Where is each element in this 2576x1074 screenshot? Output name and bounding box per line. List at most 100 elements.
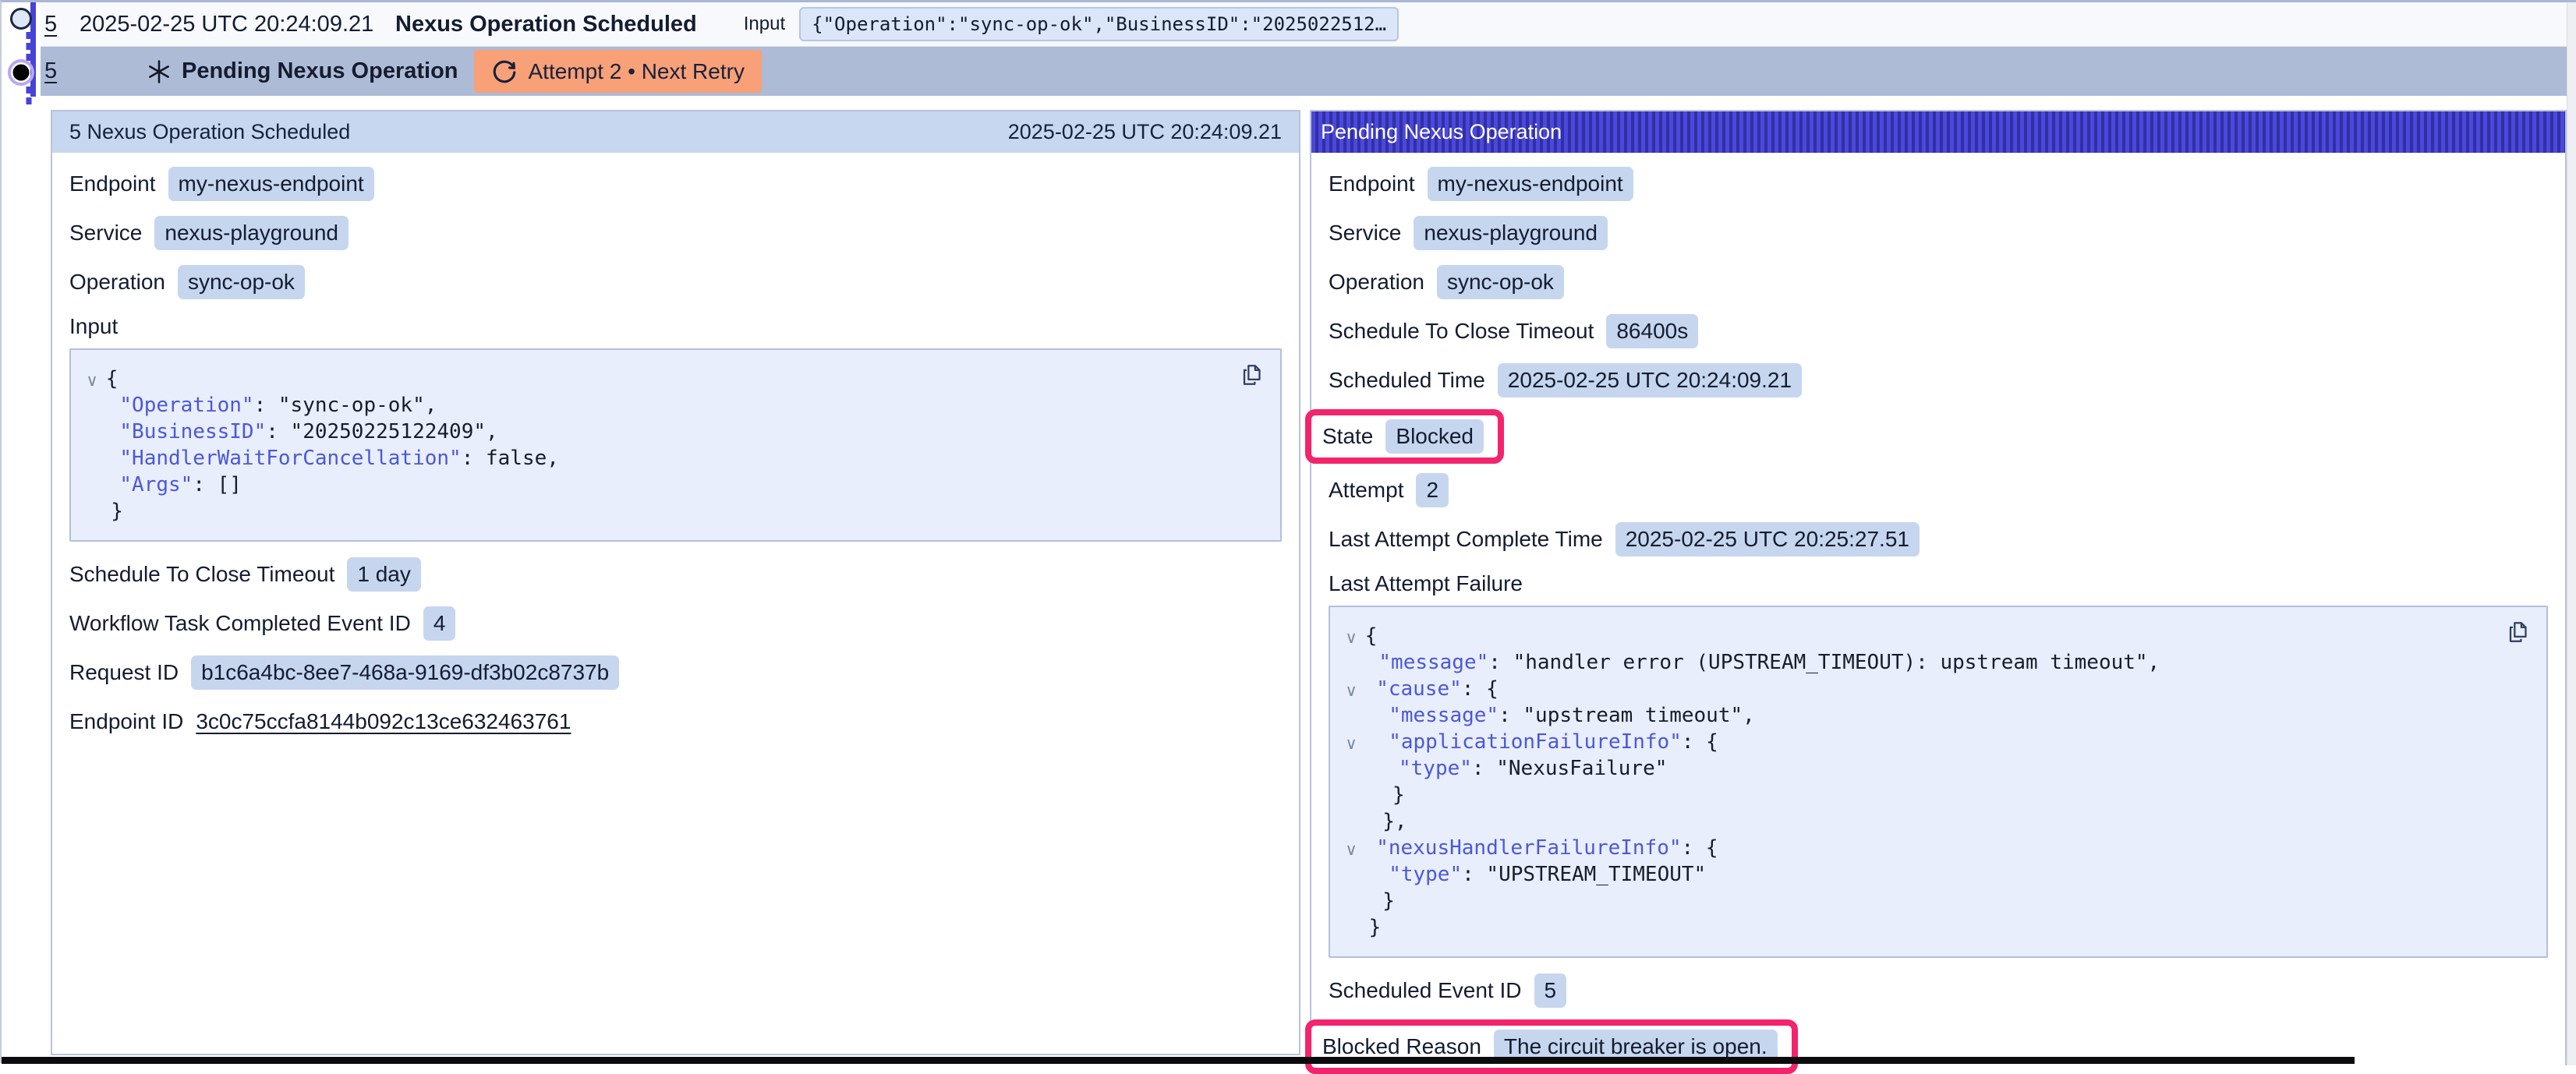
field-value-badge: sync-op-ok xyxy=(1437,265,1564,299)
gutter-spacer xyxy=(1341,705,1361,731)
attempt-badge-label: Attempt 2 • Next Retry xyxy=(529,59,745,84)
scrollbar-track[interactable] xyxy=(2567,2,2576,1065)
field-value-badge: nexus-playground xyxy=(1414,216,1608,250)
json-line: "type": "NexusFailure" xyxy=(1341,755,2476,782)
field-value-link[interactable]: 3c0c75ccfa8144b092c13ce632463761 xyxy=(196,709,571,734)
field-label: Endpoint xyxy=(1329,171,1415,196)
json-text: : "sync-op-ok", xyxy=(254,394,437,417)
json-text: } xyxy=(111,500,123,523)
field-label: Schedule To Close Timeout xyxy=(69,562,334,587)
field-value-badge: 5 xyxy=(1534,973,1567,1008)
copy-icon[interactable] xyxy=(1238,362,1263,387)
timeline-marker-filled-icon[interactable] xyxy=(13,65,30,81)
collapse-chevron-icon[interactable]: ∨ xyxy=(82,368,102,394)
field-value-badge: 2025-02-25 UTC 20:24:09.21 xyxy=(1498,363,1802,397)
field-value-badge: 2025-02-25 UTC 20:25:27.51 xyxy=(1615,522,1920,556)
pending-operation-panel-header: Pending Nexus Operation xyxy=(1311,111,2565,153)
json-key: "nexusHandlerFailureInfo" xyxy=(1376,836,1681,860)
field-label: Workflow Task Completed Event ID xyxy=(69,611,411,636)
json-line: } xyxy=(82,498,1210,525)
timeline xyxy=(2,2,41,111)
json-line-content: "message": "upstream timeout", xyxy=(1361,702,1755,729)
field-row: Service nexus-playground xyxy=(1329,216,2548,250)
json-text: : { xyxy=(1462,677,1499,701)
json-key: "BusinessID" xyxy=(119,420,266,443)
event-id-link[interactable]: 5 xyxy=(44,12,80,37)
detail-panels: 5 Nexus Operation Scheduled 2025-02-25 U… xyxy=(51,110,2567,1065)
json-key: "Operation" xyxy=(119,394,253,417)
field-label: Operation xyxy=(69,270,165,295)
field-value-badge: my-nexus-endpoint xyxy=(1428,167,1633,201)
event-id-link[interactable]: 5 xyxy=(44,58,80,84)
gutter-spacer xyxy=(82,474,102,500)
json-line-content: } xyxy=(102,498,123,525)
json-text: }, xyxy=(1382,810,1407,833)
json-line: "HandlerWaitForCancellation": false, xyxy=(82,445,1210,472)
json-line: "BusinessID": "20250225122409", xyxy=(82,419,1210,445)
event-row-pending[interactable]: 5 Pending Nexus Operation Attempt 2 • Ne… xyxy=(41,47,2567,96)
json-line-content: } xyxy=(1361,914,1381,941)
field-label: Request ID xyxy=(69,660,179,685)
field-label: Service xyxy=(1329,221,1401,246)
gutter-spacer xyxy=(82,447,102,474)
collapse-chevron-icon[interactable]: ∨ xyxy=(1341,837,1361,864)
event-input-label: Input xyxy=(744,13,785,35)
timeline-marker-open-icon[interactable] xyxy=(12,9,31,29)
field-label: Attempt xyxy=(1329,478,1403,503)
field-row: Scheduled Event ID5 xyxy=(1329,973,2548,1008)
event-detail-panel-header: 5 Nexus Operation Scheduled 2025-02-25 U… xyxy=(52,111,1299,153)
field-row: Operation sync-op-ok xyxy=(69,265,1282,299)
json-line: "message": "upstream timeout", xyxy=(1341,702,2476,729)
field-row: Workflow Task Completed Event ID4 xyxy=(69,606,1282,641)
field-row: Attempt 2 xyxy=(1329,473,2548,507)
field-label: Endpoint ID xyxy=(69,709,183,734)
json-line-content: "type": "UPSTREAM_TIMEOUT" xyxy=(1361,861,1706,888)
field-row: Request ID b1c6a4bc-8ee7-468a-9169-df3b02… xyxy=(69,655,1282,690)
field-value-badge: sync-op-ok xyxy=(178,265,305,299)
event-input-group: Input {"Operation":"sync-op-ok","Busines… xyxy=(744,7,1399,41)
json-line-content: } xyxy=(1361,782,1405,808)
copy-icon[interactable] xyxy=(2504,620,2529,645)
gutter-spacer xyxy=(1341,890,1361,917)
pending-operation-group: Pending Nexus Operation Attempt 2 • Next… xyxy=(146,50,762,93)
json-key: "HandlerWaitForCancellation" xyxy=(119,447,461,470)
json-line-content: "Args": [] xyxy=(102,472,242,498)
gutter-spacer xyxy=(1341,652,1361,678)
json-text: : { xyxy=(1682,730,1718,754)
json-line: } xyxy=(1341,888,2476,914)
json-line: "Args": [] xyxy=(82,472,1210,498)
field-value-badge: 2 xyxy=(1416,473,1449,507)
field-label: Last Attempt Complete Time xyxy=(1329,527,1603,552)
event-row-scheduled[interactable]: 5 2025-02-25 UTC 20:24:09.21 Nexus Opera… xyxy=(41,2,2567,47)
collapse-chevron-icon[interactable]: ∨ xyxy=(1341,731,1361,758)
field-row: Blocked ReasonThe circuit breaker is ope… xyxy=(1329,1019,2548,1074)
pending-operation-panel-body: Endpoint my-nexus-endpoint Service nexus-pl… xyxy=(1311,153,2565,1074)
field-row: Operationsync-op-ok xyxy=(1329,265,2548,299)
retry-icon xyxy=(491,58,518,85)
panel-title: 5 Nexus Operation Scheduled xyxy=(69,120,350,144)
gutter-spacer xyxy=(1341,864,1361,890)
collapse-chevron-icon[interactable]: ∨ xyxy=(1341,625,1361,652)
json-section-label: Last Attempt Failure xyxy=(1329,571,2548,596)
pending-operation-panel: Pending Nexus Operation Endpoint my-nexus… xyxy=(1310,110,2567,1065)
json-line-content: { xyxy=(1361,623,1377,649)
json-text: { xyxy=(1365,624,1378,648)
json-section-label: Input xyxy=(69,314,1282,339)
event-detail-panel-body: Endpointmy-nexus-endpointServicenexus-pl… xyxy=(52,153,1299,739)
field-value-badge: Blocked xyxy=(1385,419,1484,454)
gutter-spacer xyxy=(1341,758,1361,784)
json-line-content: "nexusHandlerFailureInfo": { xyxy=(1361,835,1718,861)
temporal-event-history-screen: 5 2025-02-25 UTC 20:24:09.21 Nexus Opera… xyxy=(0,0,2576,1063)
json-text: : "NexusFailure" xyxy=(1472,757,1667,780)
field-value-badge: b1c6a4bc-8ee7-468a-9169-df3b02c8737b xyxy=(191,655,619,690)
json-line-content: "HandlerWaitForCancellation": false, xyxy=(102,445,559,472)
gutter-spacer xyxy=(1341,811,1361,837)
json-line: "type": "UPSTREAM_TIMEOUT" xyxy=(1341,861,2476,888)
field-label: Scheduled Time xyxy=(1329,368,1485,393)
json-key: "message" xyxy=(1378,651,1488,674)
json-line-content: } xyxy=(1361,888,1395,914)
gutter-spacer xyxy=(82,500,102,527)
collapse-chevron-icon[interactable]: ∨ xyxy=(1341,678,1361,705)
json-line: } xyxy=(1341,782,2476,808)
field-row: StateBlocked xyxy=(1329,409,2548,464)
